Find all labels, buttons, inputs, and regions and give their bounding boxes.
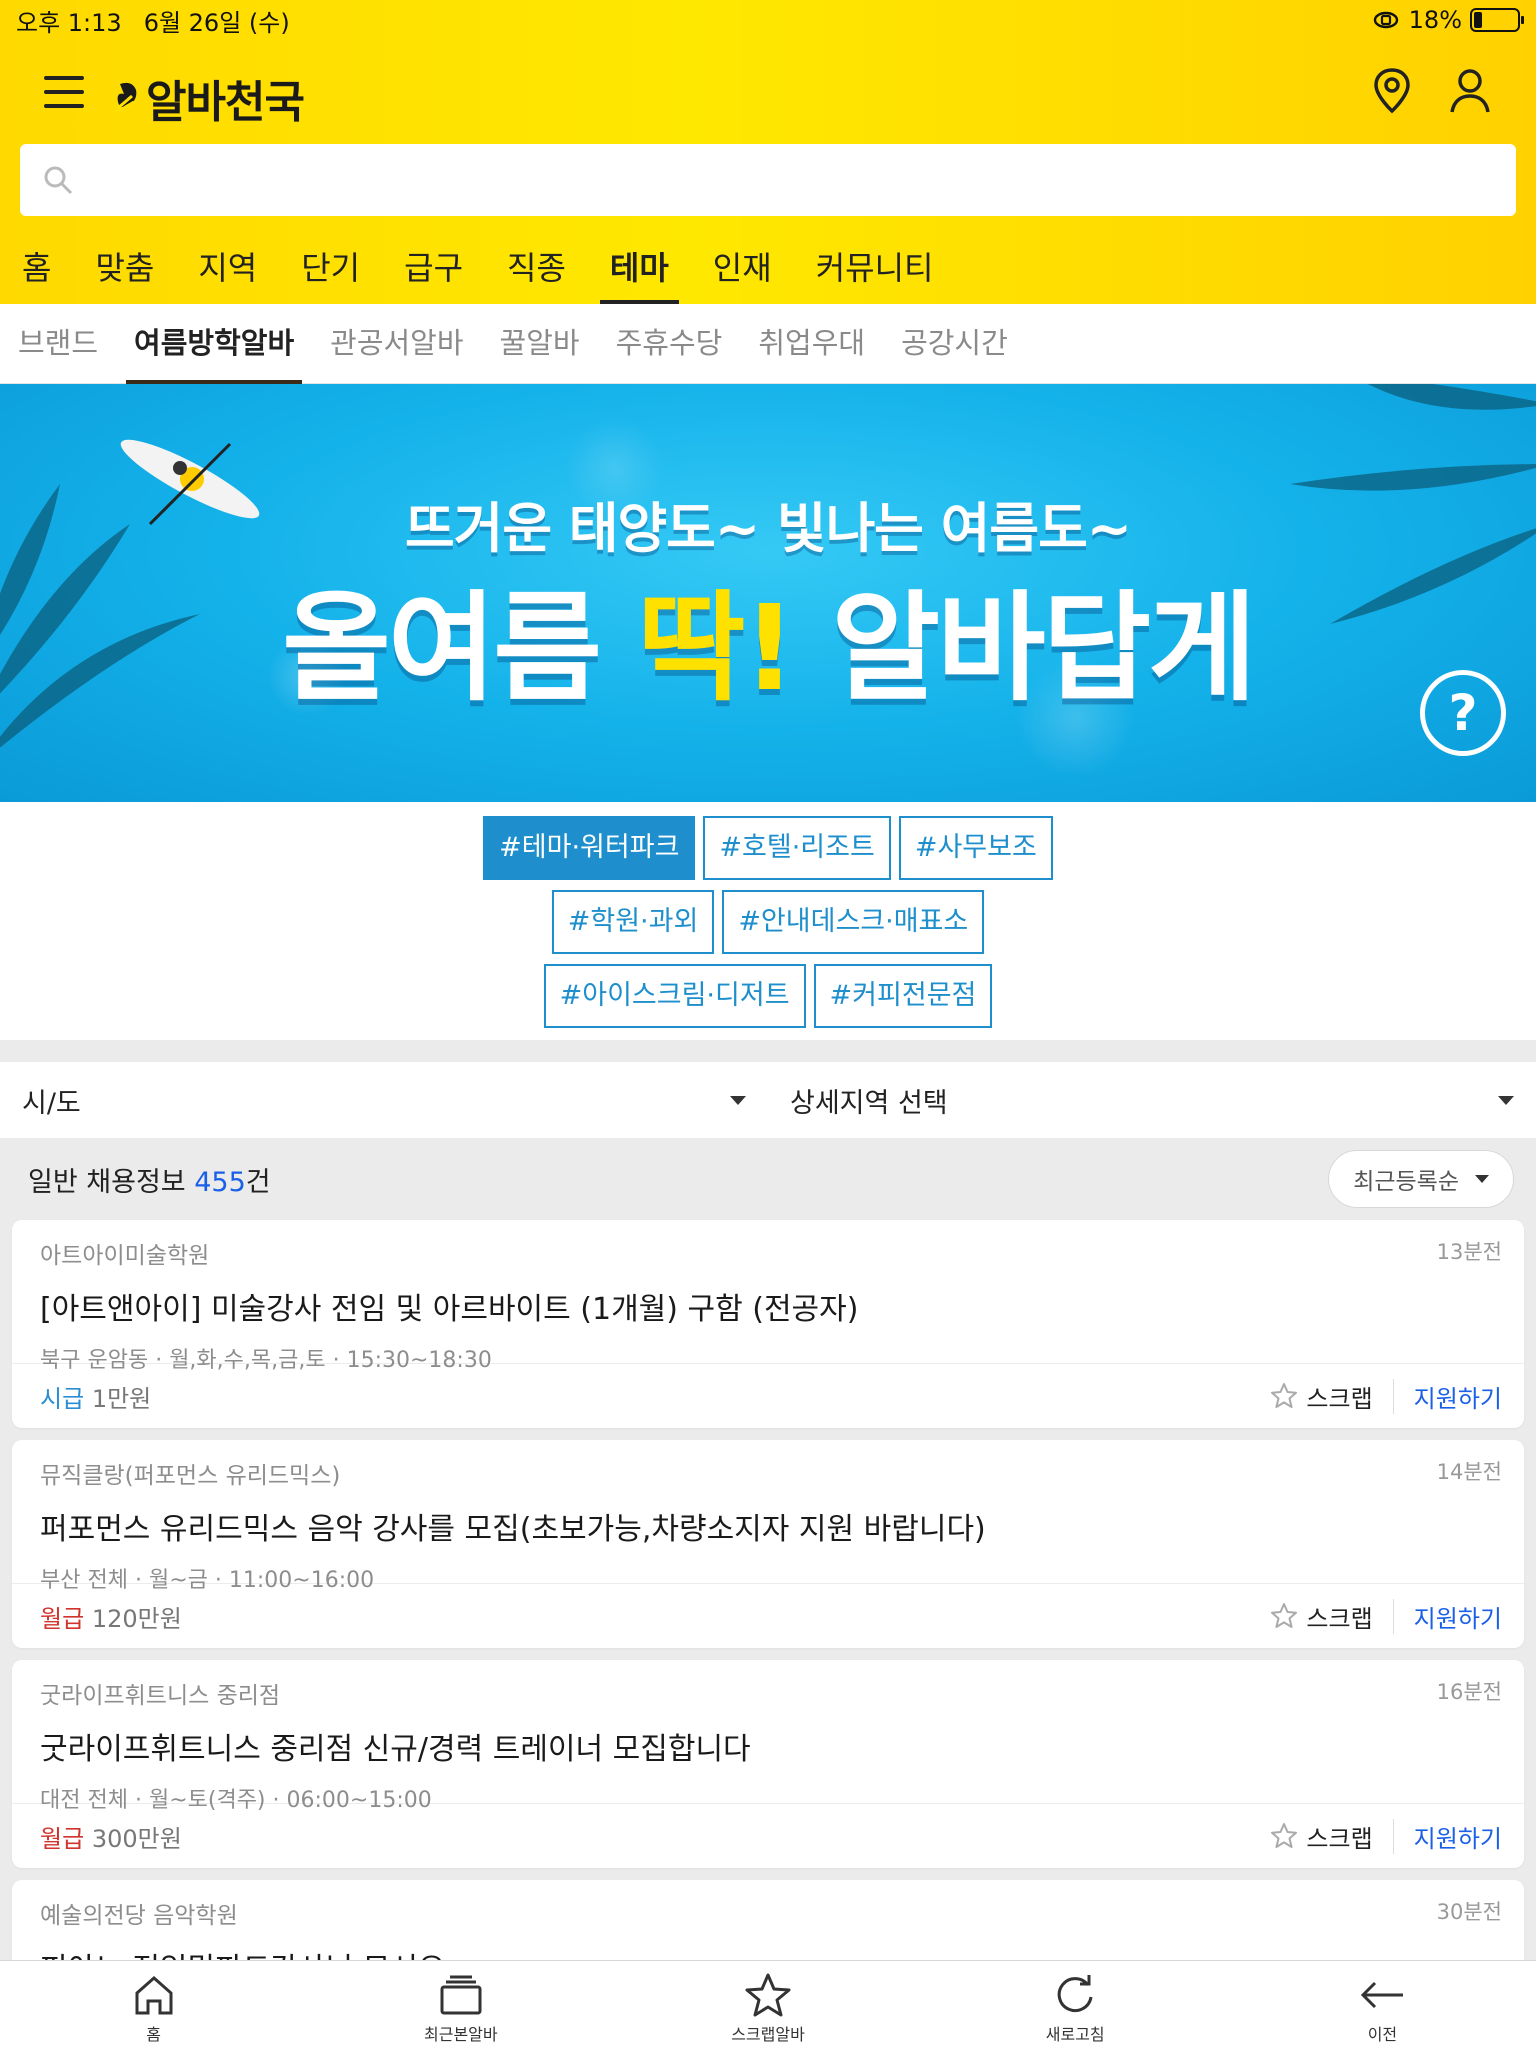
tab-refresh[interactable]: 새로고침: [922, 1961, 1229, 2048]
subnav-job-preference[interactable]: 취업우대: [740, 304, 883, 384]
subnav-summer-job[interactable]: 여름방학알바: [116, 304, 312, 384]
job-title[interactable]: [아트앤아이] 미술강사 전임 및 아르바이트 (1개월) 구함 (전공자): [40, 1284, 1496, 1328]
scrap-button[interactable]: 스크랩: [1270, 1378, 1394, 1414]
tag-waterpark[interactable]: #테마·워터파크: [483, 816, 696, 880]
detail-region-select[interactable]: 상세지역 선택: [768, 1062, 1536, 1138]
nav-home[interactable]: 홈: [22, 236, 73, 304]
job-posted-time: 30분전: [1436, 1900, 1502, 1924]
status-time: 오후 1:13: [16, 8, 122, 37]
job-pay: 월급 120만원: [40, 1604, 182, 1633]
nav-talent[interactable]: 인재: [691, 236, 794, 304]
scrap-button[interactable]: 스크랩: [1270, 1598, 1394, 1634]
logo[interactable]: 알바천국: [114, 66, 305, 130]
job-title[interactable]: 퍼포먼스 유리드믹스 음악 강사를 모집(초보가능,차량소지자 지원 바랍니다): [40, 1504, 1496, 1548]
orientation-lock-icon: [1373, 11, 1398, 29]
job-pay: 월급 300만원: [40, 1824, 182, 1853]
chevron-down-icon: [1498, 1095, 1514, 1105]
tab-scrap[interactable]: 스크랩알바: [614, 1961, 921, 2048]
listing-count: 일반 채용정보 455건: [28, 1166, 271, 1198]
status-date: 6월 26일 (수): [143, 8, 290, 37]
nav-custom[interactable]: 맞춤: [73, 236, 176, 304]
subnav-free-period[interactable]: 공강시간: [883, 304, 1026, 384]
chevron-down-icon: [1475, 1175, 1489, 1183]
tab-recent[interactable]: 최근본알바: [307, 1961, 614, 2048]
nav-urgent[interactable]: 급구: [382, 236, 485, 304]
chevron-down-icon: [730, 1095, 746, 1105]
battery-icon: [1470, 8, 1524, 32]
job-pay: 시급 1만원: [40, 1384, 152, 1413]
job-list: 아트아이미술학원 13분전 [아트앤아이] 미술강사 전임 및 아르바이트 (1개월…: [12, 1220, 1524, 2048]
user-icon[interactable]: [1448, 66, 1492, 116]
job-card[interactable]: 아트아이미술학원 13분전 [아트앤아이] 미술강사 전임 및 아르바이트 (1개월…: [12, 1220, 1524, 1428]
nav-region[interactable]: 지역: [176, 236, 279, 304]
refresh-icon: [1057, 1975, 1093, 2013]
tab-back[interactable]: 이전: [1229, 1961, 1536, 2048]
job-posted-time: 13분전: [1436, 1240, 1502, 1264]
back-arrow-icon: [1361, 1981, 1404, 2009]
help-icon[interactable]: ?: [1420, 670, 1506, 756]
theme-subnav: 브랜드 여름방학알바 관공서알바 꿀알바 주휴수당 취업우대 공강시간: [0, 304, 1536, 384]
logo-bee-icon: [116, 82, 137, 114]
subnav-brand[interactable]: 브랜드: [18, 304, 116, 384]
banner-title: 올여름 딱! 알바답게: [282, 579, 1256, 717]
apply-button[interactable]: 지원하기: [1394, 1379, 1502, 1414]
job-title[interactable]: 굿라이프휘트니스 중리점 신규/경력 트레이너 모집합니다: [40, 1724, 1496, 1768]
star-icon: [1271, 1603, 1298, 1628]
job-posted-time: 14분전: [1436, 1460, 1502, 1484]
sort-label: 최근등록순: [1353, 1169, 1459, 1195]
location-pin-icon[interactable]: [1370, 66, 1414, 116]
job-company: 아트아이미술학원: [40, 1243, 210, 1269]
nav-short-term[interactable]: 단기: [279, 236, 382, 304]
tag-icecream-dessert[interactable]: #아이스크림·디저트: [543, 964, 806, 1028]
recent-stack-icon: [440, 1975, 482, 2015]
sort-select[interactable]: 최근등록순: [1328, 1150, 1514, 1208]
tag-coffee-shop[interactable]: #커피전문점: [813, 964, 993, 1028]
sido-select[interactable]: 시/도: [0, 1062, 768, 1138]
job-card[interactable]: 뮤직클랑(퍼포먼스 유리드믹스) 14분전퍼포먼스 유리드믹스 음악 강사를 모집…: [12, 1440, 1524, 1648]
theme-tags: #테마·워터파크 #호텔·리조트 #사무보조 #학원·과외 #안내데스크·매표소…: [0, 802, 1536, 1040]
job-card[interactable]: 굿라이프휘트니스 중리점 16분전굿라이프휘트니스 중리점 신규/경력 트레이너 …: [12, 1660, 1524, 1868]
star-icon: [1271, 1383, 1298, 1408]
menu-icon[interactable]: [44, 76, 84, 108]
tag-hotel-resort[interactable]: #호텔·리조트: [703, 816, 891, 880]
detail-region-label: 상세지역 선택: [790, 1087, 948, 1119]
apply-button[interactable]: 지원하기: [1394, 1819, 1502, 1854]
listing-header: 일반 채용정보 455건 최근등록순: [0, 1138, 1536, 1220]
job-meta: 북구 운암동 · 월,화,수,목,금,토 · 15:30~18:30: [40, 1348, 492, 1373]
main-nav: 홈 맞춤 지역 단기 급구 직종 테마 인재 커뮤니티: [0, 236, 955, 304]
status-bar: 오후 1:13 6월 26일 (수) 18%: [0, 0, 1536, 40]
apply-button[interactable]: 지원하기: [1394, 1599, 1502, 1634]
tag-info-desk[interactable]: #안내데스크·매표소: [722, 890, 985, 954]
subnav-public-office[interactable]: 관공서알바: [312, 304, 481, 384]
summer-banner[interactable]: 뜨거운 태양도~ 빛나는 여름도~ 올여름 딱! 알바답게 ?: [0, 384, 1536, 802]
tab-home[interactable]: 홈: [0, 1961, 307, 2048]
scrap-button[interactable]: 스크랩: [1270, 1818, 1394, 1854]
tag-office-assist[interactable]: #사무보조: [898, 816, 1053, 880]
star-icon: [1271, 1823, 1298, 1848]
home-icon: [135, 1975, 173, 2015]
subnav-good-job[interactable]: 꿀알바: [482, 304, 598, 384]
job-company: 뮤직클랑(퍼포먼스 유리드믹스): [40, 1463, 341, 1489]
bottom-tab-bar: 홈 최근본알바 스크랩알바 새로고침 이전: [0, 1960, 1536, 2048]
region-filter: 시/도 상세지역 선택: [0, 1062, 1536, 1138]
star-icon: [745, 1973, 791, 2017]
job-meta: 부산 전체 · 월~금 · 11:00~16:00: [40, 1568, 375, 1593]
job-meta: 대전 전체 · 월~토(격주) · 06:00~15:00: [40, 1788, 432, 1813]
logo-text: 알바천국: [146, 77, 305, 128]
job-company: 굿라이프휘트니스 중리점: [40, 1683, 281, 1709]
nav-job-type[interactable]: 직종: [485, 236, 588, 304]
job-company: 예술의전당 음악학원: [40, 1903, 238, 1929]
subnav-holiday-pay[interactable]: 주휴수당: [598, 304, 741, 384]
search-input[interactable]: [88, 150, 1516, 210]
app-header: 알바천국 홈 맞춤 지역 단기 급구 직종 테마 인재 커뮤니티: [0, 40, 1536, 304]
search-bar[interactable]: [20, 144, 1516, 216]
tag-academy-tutor[interactable]: #학원·과외: [551, 890, 715, 954]
job-posted-time: 16분전: [1436, 1680, 1502, 1704]
nav-theme[interactable]: 테마: [588, 236, 691, 304]
search-icon: [44, 166, 73, 195]
sido-select-label: 시/도: [22, 1087, 81, 1119]
battery-percent: 18%: [1408, 6, 1462, 34]
nav-community[interactable]: 커뮤니티: [794, 236, 956, 304]
